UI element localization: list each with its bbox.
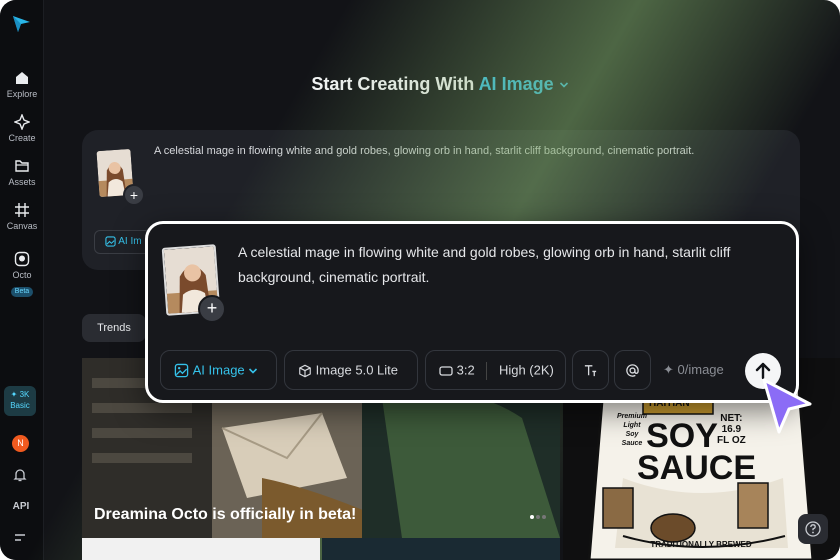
- image-icon: [105, 236, 116, 247]
- title-prefix: Start Creating With: [311, 74, 475, 94]
- quality-label: High (2K): [498, 362, 554, 378]
- image-icon: [174, 363, 189, 378]
- mention-button[interactable]: [614, 350, 651, 390]
- brewed-text: TRADITIONALLY BREWED: [650, 540, 752, 549]
- mode-label: AI Image: [192, 362, 245, 378]
- carousel-dot[interactable]: [530, 515, 534, 519]
- prompt-text: A celestial mage in flowing white and go…: [154, 145, 695, 157]
- add-reference-button[interactable]: +: [198, 295, 226, 323]
- chevron-down-icon: [249, 367, 258, 374]
- octo-icon: [14, 251, 30, 267]
- gallery-card-partial[interactable]: [82, 538, 320, 560]
- text-icon: [584, 365, 597, 377]
- sidebar-item-label: Octo: [12, 270, 32, 280]
- sidebar-item-create[interactable]: Create: [0, 114, 44, 143]
- mode-dropdown[interactable]: AI Image: [160, 350, 277, 390]
- divider: [486, 361, 488, 380]
- mode-selector[interactable]: AI Image: [479, 74, 569, 94]
- folder-icon: [15, 160, 29, 172]
- cube-icon: [299, 364, 311, 377]
- sidebar-item-label: Create: [8, 133, 36, 143]
- model-selector[interactable]: Image 5.0 Lite: [284, 350, 418, 390]
- cursor-pointer-icon: [762, 378, 812, 434]
- help-button[interactable]: [798, 514, 828, 544]
- carousel-dot[interactable]: [536, 515, 540, 519]
- plan-label: Basic: [10, 401, 30, 410]
- menu-icon[interactable]: [12, 530, 28, 546]
- bell-icon[interactable]: [12, 467, 28, 483]
- ratio-label: 3:2: [456, 362, 475, 378]
- sidebar-item-assets[interactable]: Assets: [0, 158, 44, 187]
- aspect-quality-selector[interactable]: 3:2 High (2K): [425, 350, 566, 390]
- model-label: Image 5.0 Lite: [315, 362, 399, 378]
- gallery-card-partial[interactable]: [322, 538, 560, 560]
- sidebar-item-canvas[interactable]: Canvas: [0, 202, 44, 231]
- api-link[interactable]: API: [0, 501, 42, 512]
- app-window: Explore Create Assets Canvas Octo Beta ✦…: [0, 0, 840, 560]
- sidebar-item-label: Canvas: [6, 221, 38, 231]
- sidebar-item-octo[interactable]: Octo Beta: [0, 251, 44, 298]
- page-title: Start Creating With AI Image: [0, 74, 840, 95]
- aspect-ratio-icon: [439, 365, 453, 376]
- sparkle-icon: [14, 114, 30, 130]
- credits-badge[interactable]: ✦ 3K Basic: [4, 386, 36, 416]
- carousel-dots[interactable]: [528, 506, 546, 524]
- beta-badge: Beta: [10, 287, 34, 297]
- text-style-button[interactable]: [572, 350, 609, 390]
- carousel-dot[interactable]: [542, 515, 546, 519]
- soy-sauce-title: SOY SAUCE: [637, 417, 757, 487]
- mode-chip-label: AI Im: [118, 236, 142, 247]
- credit-cost: ✦ 0/image: [663, 362, 724, 377]
- prompt-input[interactable]: A celestial mage in flowing white and go…: [238, 240, 778, 290]
- credits-amount: ✦ 3K: [10, 390, 30, 399]
- frame-icon: [15, 203, 29, 217]
- logo-icon[interactable]: [10, 12, 32, 34]
- avatar[interactable]: N: [12, 435, 29, 452]
- prompt-panel: + A celestial mage in flowing white and …: [145, 221, 799, 403]
- hero-title: Dreamina Octo is officially in beta!: [94, 506, 357, 523]
- mode-chip[interactable]: AI Im: [94, 230, 153, 254]
- at-icon: [626, 364, 639, 377]
- tab-trends[interactable]: Trends: [82, 314, 146, 342]
- sidebar-item-label: Assets: [8, 177, 36, 187]
- question-icon: [805, 521, 821, 537]
- chevron-down-icon: [559, 82, 568, 88]
- mode-label: AI Image: [478, 74, 554, 94]
- add-reference-button[interactable]: +: [123, 184, 145, 206]
